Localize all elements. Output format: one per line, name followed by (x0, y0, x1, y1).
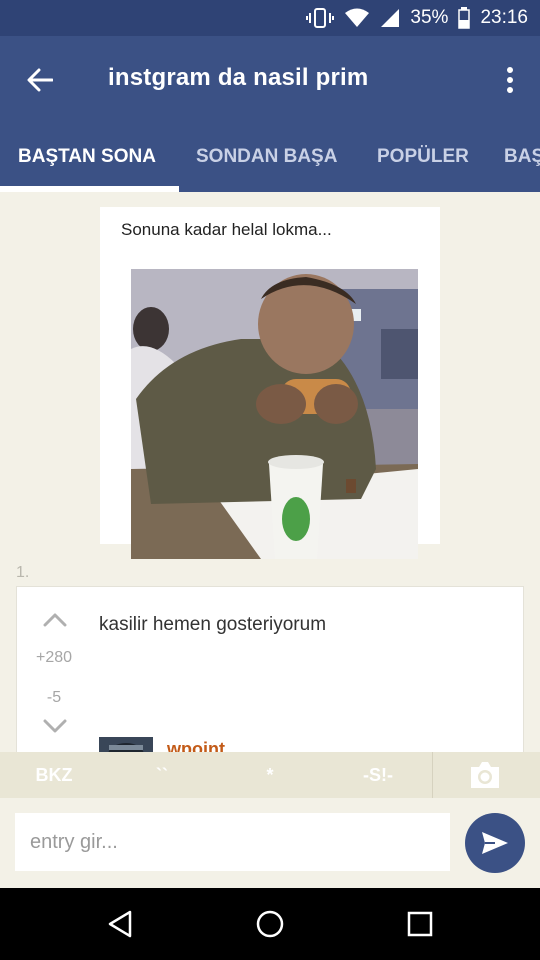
upvote-chevron-icon[interactable] (41, 613, 69, 633)
nav-back-icon[interactable] (102, 906, 138, 942)
post-image-caption: Sonuna kadar helal lokma... (121, 220, 332, 239)
upvote-count: +280 (35, 649, 73, 666)
tab-sondan-basa[interactable]: SONDAN BAŞA (196, 122, 337, 192)
send-icon[interactable] (465, 813, 525, 873)
format-toolbar: BKZ `` * -S!- (0, 752, 540, 798)
author-name[interactable]: wpoint (167, 739, 225, 752)
battery-percent: 35% (410, 7, 449, 28)
arrow-left-icon[interactable] (22, 62, 58, 98)
entry-text: kasilir hemen gosteriyorum (99, 614, 327, 635)
app-bar: instgram da nasil prim (0, 36, 540, 122)
status-bar: 35% 23:16 (0, 0, 540, 36)
bkz-button[interactable]: BKZ (14, 752, 94, 798)
photo (131, 269, 418, 559)
wifi-icon (344, 8, 370, 28)
vibrate-icon (306, 7, 335, 29)
downvote-chevron-icon[interactable] (41, 719, 69, 739)
toolbar-divider (432, 752, 433, 798)
entry-card: +280 -5 kasilir hemen gosteriyorum wpoin… (16, 586, 524, 752)
avatar[interactable] (99, 737, 153, 752)
entry-list[interactable]: Sonuna kadar helal lokma... 1. +280 -5 k… (0, 192, 540, 752)
camera-icon[interactable] (468, 760, 502, 790)
tab-bastan-sona[interactable]: BAŞTAN SONA (18, 122, 156, 192)
downvote-count: -5 (46, 689, 62, 706)
post-image[interactable]: Sonuna kadar helal lokma... (100, 207, 440, 559)
signal-icon (380, 8, 400, 28)
battery-icon (458, 7, 471, 29)
nav-home-icon[interactable] (252, 906, 288, 942)
tab-populer[interactable]: POPÜLER (377, 122, 469, 192)
page-title: instgram da nasil prim (108, 64, 369, 91)
entry-index: 1. (16, 564, 30, 581)
nav-recents-icon[interactable] (402, 906, 438, 942)
clock: 23:16 (480, 7, 528, 28)
more-vertical-icon[interactable] (498, 62, 522, 98)
asterisk-button[interactable]: * (230, 752, 310, 798)
input-row (0, 798, 540, 888)
backtick-button[interactable]: `` (122, 752, 202, 798)
tab-bas[interactable]: BAŞ (504, 122, 540, 192)
spoiler-button[interactable]: -S!- (338, 752, 418, 798)
navigation-bar (0, 888, 540, 960)
tab-bar: BAŞTAN SONA SONDAN BAŞA POPÜLER BAŞ (0, 122, 540, 192)
entry-input[interactable] (15, 813, 450, 871)
